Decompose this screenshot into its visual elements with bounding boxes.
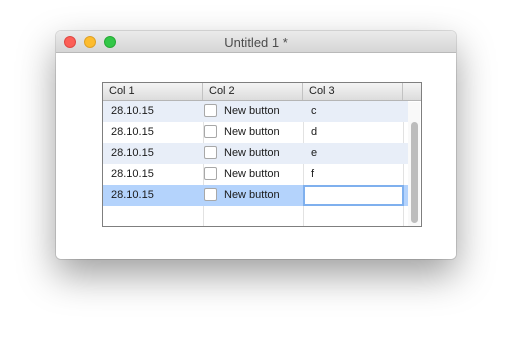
column-header-col2[interactable]: Col 2 <box>203 83 303 100</box>
checkbox-icon[interactable] <box>204 167 217 180</box>
cell-col1[interactable]: 28.10.15 <box>103 143 203 164</box>
table-row[interactable]: 28.10.15 New button d <box>103 122 408 143</box>
vertical-scrollbar[interactable] <box>408 102 420 226</box>
table-row[interactable]: 28.10.15 New button e <box>103 143 408 164</box>
checkbox-label[interactable]: New button <box>224 122 280 143</box>
app-window: Untitled 1 * Col 1 Col 2 Col 3 28.10.15 … <box>56 31 456 259</box>
checkbox-icon[interactable] <box>204 125 217 138</box>
window-title: Untitled 1 * <box>224 35 288 50</box>
checkbox-icon[interactable] <box>204 146 217 159</box>
cell-col1[interactable]: 28.10.15 <box>103 164 203 185</box>
checkbox-label[interactable]: New button <box>224 143 280 164</box>
cell-col3[interactable]: c <box>303 101 403 122</box>
checkbox-label[interactable]: New button <box>224 101 280 122</box>
cell-col3[interactable]: e <box>303 143 403 164</box>
scrollbar-thumb[interactable] <box>411 122 418 223</box>
title-bar[interactable]: Untitled 1 * <box>56 31 456 53</box>
table-row[interactable]: 28.10.15 New button f <box>103 164 408 185</box>
table-header: Col 1 Col 2 Col 3 <box>103 83 421 101</box>
table-row[interactable]: 28.10.15 New button c <box>103 101 408 122</box>
checkbox-label[interactable]: New button <box>224 164 280 185</box>
data-table[interactable]: Col 1 Col 2 Col 3 28.10.15 New button c … <box>102 82 422 227</box>
cell-col3[interactable]: d <box>303 122 403 143</box>
checkbox-icon[interactable] <box>204 188 217 201</box>
column-header-filler <box>403 83 421 100</box>
cell-col1[interactable]: 28.10.15 <box>103 101 203 122</box>
cell-col3[interactable]: f <box>303 164 403 185</box>
column-header-col3[interactable]: Col 3 <box>303 83 403 100</box>
checkbox-label[interactable]: New button <box>224 185 280 206</box>
cell-col1[interactable]: 28.10.15 <box>103 122 203 143</box>
checkbox-icon[interactable] <box>204 104 217 117</box>
window-content: Col 1 Col 2 Col 3 28.10.15 New button c … <box>56 53 456 259</box>
column-header-col1[interactable]: Col 1 <box>103 83 203 100</box>
table-body: 28.10.15 New button c 28.10.15 New butto… <box>103 101 408 206</box>
table-row-selected[interactable]: 28.10.15 New button <box>103 185 408 206</box>
cell-col1[interactable]: 28.10.15 <box>103 185 203 206</box>
cell-editor-input[interactable] <box>303 185 404 206</box>
